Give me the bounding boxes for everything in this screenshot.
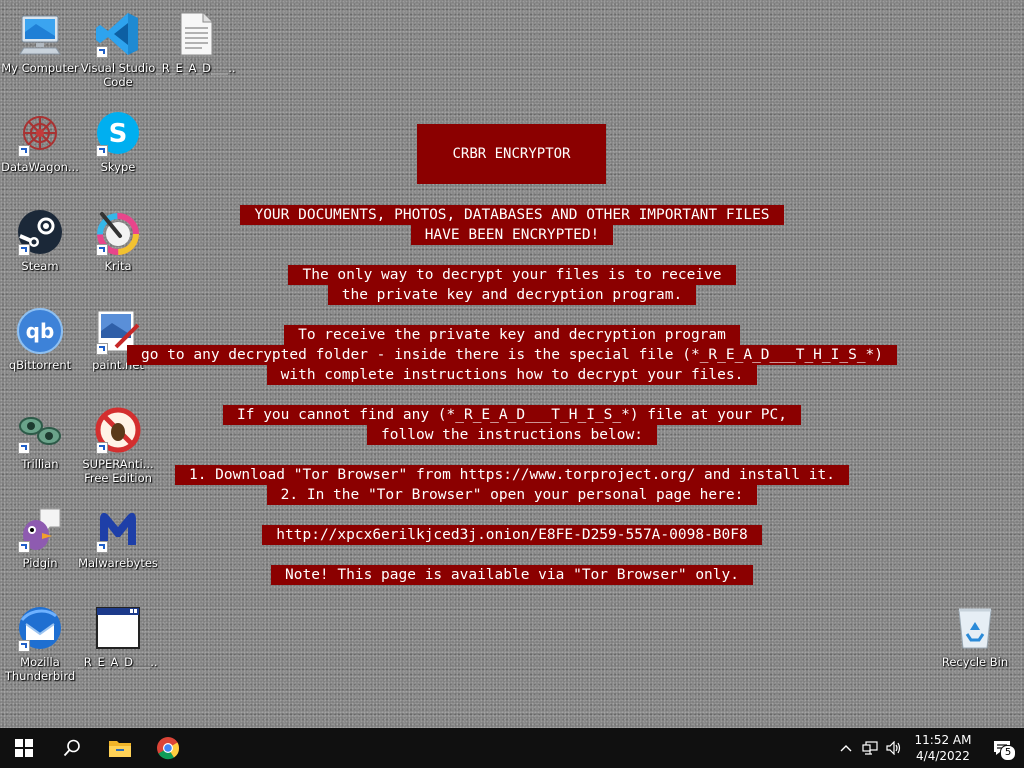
start-button[interactable] — [0, 728, 48, 768]
ransom-line: 2. In the "Tor Browser" open your person… — [0, 484, 1024, 505]
network-icon — [862, 741, 878, 755]
ransom-line: 1. Download "Tor Browser" from https://w… — [0, 464, 1024, 485]
taskbar: 11:52 AM 4/4/2022 5 — [0, 728, 1024, 768]
network-button[interactable] — [858, 728, 882, 768]
chrome-button[interactable] — [144, 728, 192, 768]
file-explorer-button[interactable] — [96, 728, 144, 768]
ransom-line: with complete instructions how to decryp… — [0, 364, 1024, 385]
ransom-line: The only way to decrypt your files is to… — [0, 264, 1024, 285]
ransom-title: CRBR ENCRYPTOR — [417, 124, 606, 184]
ransom-url: http://xpcx6erilkjced3j.onion/E8FE-D259-… — [0, 524, 1024, 545]
ransom-line: YOUR DOCUMENTS, PHOTOS, DATABASES AND OT… — [0, 204, 1024, 225]
ransom-line: the private key and decryption program. — [0, 284, 1024, 305]
volume-button[interactable] — [882, 728, 906, 768]
search-icon — [63, 739, 80, 757]
ransom-line: follow the instructions below: — [0, 424, 1024, 445]
taskbar-clock[interactable]: 11:52 AM 4/4/2022 — [906, 732, 980, 764]
folder-icon — [109, 741, 131, 757]
action-center-button[interactable]: 5 — [980, 728, 1024, 768]
windows-logo-icon — [15, 739, 33, 757]
ransom-note: CRBR ENCRYPTOR YOUR DOCUMENTS, PHOTOS, D… — [0, 0, 1024, 728]
chevron-up-icon — [840, 745, 852, 752]
search-button[interactable] — [48, 728, 96, 768]
ransom-line: Note! This page is available via "Tor Br… — [0, 564, 1024, 585]
desktop[interactable]: My Computer DataWagon... Steam qb qBitto… — [0, 0, 1024, 728]
chrome-icon — [157, 737, 180, 760]
clock-time: 11:52 AM — [914, 733, 972, 747]
speaker-icon — [886, 741, 901, 755]
show-hidden-icons-button[interactable] — [834, 728, 858, 768]
ransom-line: HAVE BEEN ENCRYPTED! — [0, 224, 1024, 245]
ransom-line: go to any decrypted folder - inside ther… — [0, 344, 1024, 365]
ransom-line: To receive the private key and decryptio… — [0, 324, 1024, 345]
notification-count-badge: 5 — [1000, 745, 1016, 761]
clock-date: 4/4/2022 — [916, 749, 970, 763]
ransom-line: If you cannot find any (*_R_E_A_D___T_H_… — [0, 404, 1024, 425]
system-tray: 11:52 AM 4/4/2022 5 — [834, 728, 1024, 768]
